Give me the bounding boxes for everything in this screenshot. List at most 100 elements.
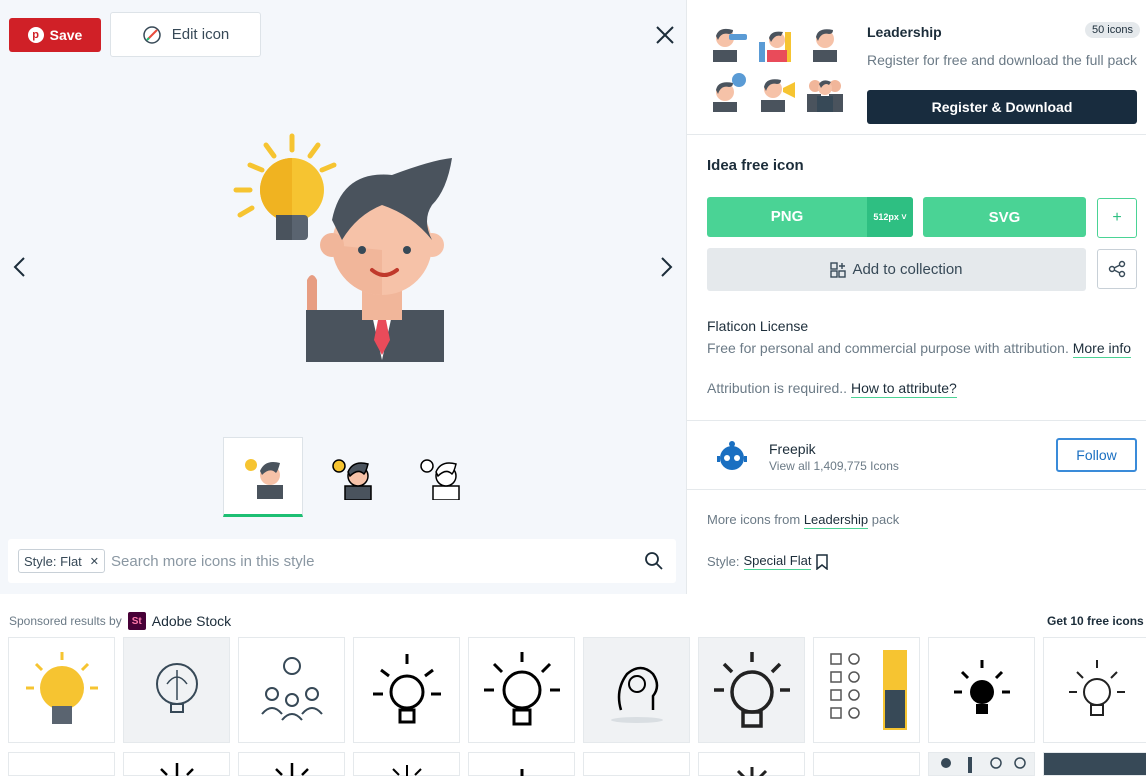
previous-arrow-icon[interactable] [10, 255, 30, 279]
collection-icon [830, 261, 847, 278]
stock-tile[interactable] [353, 752, 460, 776]
thumbnail-lineal[interactable] [399, 437, 479, 517]
idea-lineal-thumb-icon [420, 459, 460, 500]
more-prefix: More icons from [707, 512, 801, 527]
more-formats-button[interactable]: + [1097, 198, 1137, 238]
leader-team-icon [805, 72, 845, 112]
stock-tile[interactable] [928, 752, 1035, 776]
bookmark-icon[interactable] [815, 553, 829, 570]
team-idea-icon [260, 657, 323, 721]
style-search-bar: Style: Flat ✕ [8, 539, 676, 583]
save-label: Save [49, 27, 83, 43]
leader-chat-icon [709, 72, 749, 112]
style-tag-label: Style: Flat [24, 553, 82, 569]
idea-lineal-color-thumb-icon [332, 459, 372, 500]
get-10-free-icons-link[interactable]: Get 10 free icons [1047, 614, 1144, 628]
detail-panel: Leadership 50 icons Register for free an… [686, 0, 1146, 594]
freepik-logo-icon[interactable] [715, 439, 749, 473]
next-arrow-icon[interactable] [656, 255, 676, 279]
more-info-link[interactable]: More info [1072, 340, 1132, 358]
sponsored-label: Sponsored results by [9, 614, 122, 628]
sponsored-header: Sponsored results by St Adobe Stock [9, 612, 231, 630]
stock-tile[interactable] [928, 637, 1035, 743]
download-svg-button[interactable]: SVG [923, 197, 1086, 237]
stock-tile[interactable] [583, 752, 690, 776]
bulb-set-icon [940, 757, 1026, 773]
remove-tag-icon[interactable]: ✕ [90, 555, 99, 568]
pack-title[interactable]: Leadership [867, 24, 942, 40]
icon-viewer: p Save Edit icon Style: Flat ✕ Search mo… [0, 0, 686, 594]
author-name[interactable]: Freepik [769, 441, 816, 457]
head-brain-icon [610, 666, 663, 723]
page: p Save Edit icon Style: Flat ✕ Search mo… [0, 0, 1146, 776]
stock-tile[interactable] [1043, 752, 1146, 776]
style-line: Style: Special Flat [707, 553, 829, 570]
pinterest-save-button[interactable]: p Save [9, 18, 101, 52]
stock-tile[interactable] [1043, 637, 1146, 743]
download-png-button[interactable]: PNG 512px ˅ [707, 197, 913, 237]
stock-tile[interactable] [583, 637, 690, 743]
stock-tile[interactable] [123, 752, 230, 776]
stock-tile[interactable] [813, 637, 920, 743]
bulb-rays-icon [391, 765, 422, 776]
collection-label: Add to collection [852, 261, 963, 278]
stock-tile[interactable] [8, 637, 115, 743]
license-description: Free for personal and commercial purpose… [707, 340, 1132, 358]
stock-tile[interactable] [468, 637, 575, 743]
bulb-rays-icon [736, 767, 767, 776]
pack-description: Register for free and download the full … [867, 52, 1138, 68]
bulb-rays-icon [159, 763, 194, 776]
stock-tile[interactable] [698, 752, 805, 776]
variant-thumbnails [223, 437, 487, 517]
pack-preview-icons[interactable] [709, 22, 853, 112]
png-label: PNG [770, 208, 804, 225]
outline-bulb-icon [713, 652, 790, 728]
solid-bulb-icon [953, 660, 1010, 714]
pack-link[interactable]: Leadership [803, 512, 869, 529]
pinterest-icon: p [27, 27, 44, 43]
icon-title: Idea free icon [707, 157, 804, 174]
follow-button[interactable]: Follow [1056, 438, 1137, 472]
author-icons-count[interactable]: View all 1,409,775 Icons [769, 459, 899, 473]
stock-tile[interactable] [238, 637, 345, 743]
style-prefix: Style: [707, 554, 740, 569]
search-icon[interactable] [644, 551, 664, 571]
pencil-icon [142, 25, 161, 44]
bulb-rays-icon [520, 769, 523, 776]
idea-flat-thumb-icon [245, 459, 283, 499]
stock-tile[interactable] [698, 637, 805, 743]
add-to-collection-button[interactable]: Add to collection [707, 248, 1086, 291]
stock-tile[interactable] [8, 752, 115, 776]
share-button[interactable] [1097, 249, 1137, 289]
search-input[interactable] [111, 552, 612, 570]
brain-bulb-icon [155, 663, 198, 713]
edit-icon-button[interactable]: Edit icon [110, 12, 261, 57]
thumbnail-flat[interactable] [223, 437, 303, 517]
register-download-button[interactable]: Register & Download [867, 90, 1137, 124]
leader-growth-icon [757, 22, 797, 62]
adobe-stock-name[interactable]: Adobe Stock [152, 613, 231, 629]
how-to-attribute-link[interactable]: How to attribute? [850, 380, 957, 398]
attribution-line: Attribution is required.. How to attribu… [707, 380, 957, 398]
idea-businessman-illustration [233, 133, 452, 362]
adobe-stock-logo: St [127, 612, 146, 630]
style-filter-tag[interactable]: Style: Flat ✕ [18, 549, 106, 573]
sponsored-grid-row-2 [8, 752, 1146, 776]
more-from-pack: More icons from Leadership pack [707, 512, 899, 529]
close-icon[interactable] [652, 22, 678, 48]
thumbnail-lineal-color[interactable] [311, 437, 391, 517]
share-icon [1108, 260, 1126, 278]
stock-tile[interactable] [123, 637, 230, 743]
png-size-select[interactable]: 512px ˅ [867, 197, 913, 237]
stock-tile[interactable] [238, 752, 345, 776]
bulb-rays-icon [274, 763, 309, 776]
leader-megaphone-icon [757, 72, 797, 112]
style-link[interactable]: Special Flat [743, 553, 812, 570]
pack-count-badge: 50 icons [1085, 22, 1140, 38]
author-row: Freepik View all 1,409,775 Icons Follow [687, 420, 1146, 490]
sponsored-grid [8, 637, 1146, 743]
stock-tile[interactable] [468, 752, 575, 776]
stock-tile[interactable] [353, 637, 460, 743]
pack-promo: Leadership 50 icons Register for free an… [687, 0, 1146, 135]
stock-tile[interactable] [813, 752, 920, 776]
